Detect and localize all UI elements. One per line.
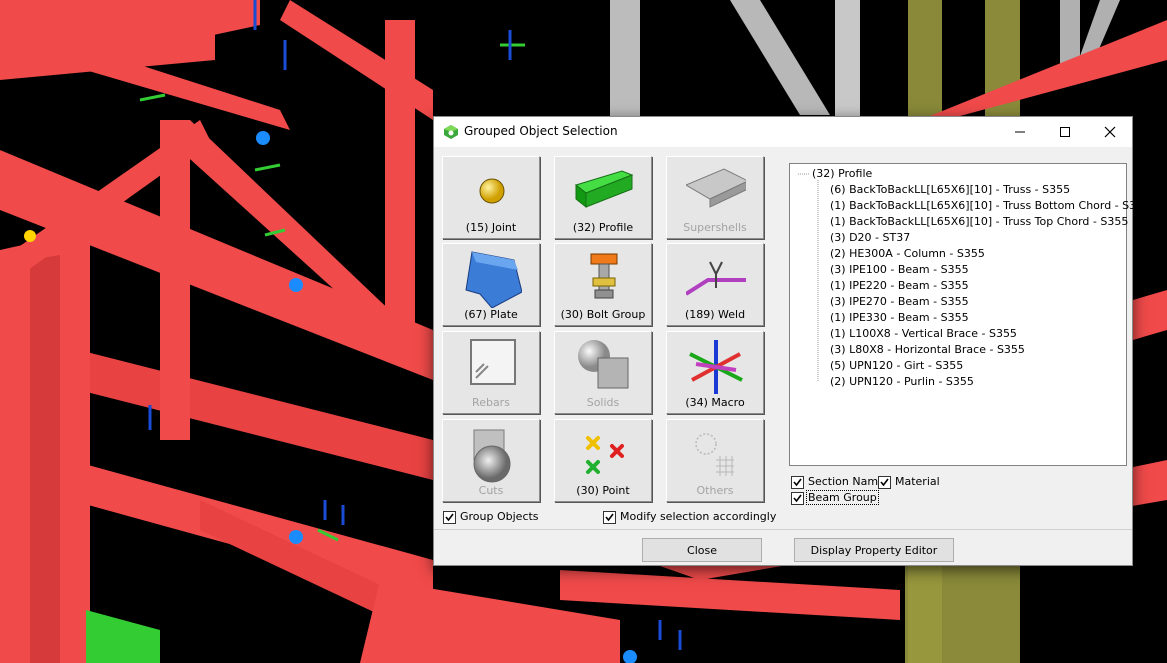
maximize-icon — [1060, 127, 1070, 137]
beam-group-label[interactable]: Beam Group — [806, 490, 879, 505]
point-button-label: (30) Point — [576, 484, 630, 497]
close-window-button[interactable] — [1087, 117, 1133, 147]
weld-button-label: (189) Weld — [684, 308, 746, 321]
rebars-button[interactable]: Rebars — [442, 331, 540, 414]
profile-button[interactable]: (32) Profile — [554, 156, 652, 239]
point-button[interactable]: (30) Point — [554, 419, 652, 502]
tree-item[interactable]: (1) L100X8 - Vertical Brace - S355 — [830, 327, 1017, 340]
cuts-button-label: Cuts — [478, 484, 504, 497]
bolt-group-icon — [590, 253, 618, 299]
profile-icon — [574, 170, 634, 209]
checkmark-icon — [880, 478, 889, 487]
plate-button-label: (67) Plate — [464, 308, 518, 321]
group-objects-checkbox[interactable] — [443, 511, 456, 524]
macro-button[interactable]: (34) Macro — [666, 331, 764, 414]
tree-item[interactable]: (5) UPN120 - Girt - S355 — [830, 359, 963, 372]
section-name-checkbox[interactable] — [791, 476, 804, 489]
maximize-button[interactable] — [1042, 117, 1088, 147]
tree-item[interactable]: (1) IPE220 - Beam - S355 — [830, 279, 969, 292]
close-icon — [1104, 126, 1116, 138]
supershells-button-label: Supershells — [683, 221, 747, 234]
tree-root-profile[interactable]: (32) Profile — [812, 167, 872, 180]
joint-icon — [479, 178, 505, 204]
tree-item[interactable]: (2) HE300A - Column - S355 — [830, 247, 985, 260]
macro-icon — [689, 340, 743, 394]
joint-button-label: (15) Joint — [465, 221, 517, 234]
beam-group-checkbox[interactable] — [791, 492, 804, 505]
close-button[interactable]: Close — [642, 538, 762, 562]
others-icon — [695, 433, 734, 476]
grouped-object-selection-dialog: Grouped Object Selection (15) Joint (32)… — [433, 116, 1150, 566]
tree-item[interactable]: (3) L80X8 - Horizontal Brace - S355 — [830, 343, 1025, 356]
bolt-group-button[interactable]: (30) Bolt Group — [554, 243, 652, 326]
checkmark-icon — [605, 513, 614, 522]
tree-item[interactable]: (6) BackToBackLL[L65X6][10] - Truss - S3… — [830, 183, 1070, 196]
tree-item[interactable]: (1) BackToBackLL[L65X6][10] - Truss Top … — [830, 215, 1128, 228]
supershells-button[interactable]: Supershells — [666, 156, 764, 239]
solids-icon — [578, 340, 629, 389]
tree-item[interactable]: (1) BackToBackLL[L65X6][10] - Truss Bott… — [830, 199, 1150, 212]
display-property-editor-button[interactable]: Display Property Editor — [794, 538, 954, 562]
plate-icon — [465, 251, 522, 308]
checkmark-icon — [445, 513, 454, 522]
group-objects-label[interactable]: Group Objects — [460, 510, 539, 523]
tree-item[interactable]: (1) IPE330 - Beam - S355 — [830, 311, 969, 324]
tree-item[interactable]: (3) IPE100 - Beam - S355 — [830, 263, 969, 276]
cuts-icon — [473, 429, 511, 483]
joint-button[interactable]: (15) Joint — [442, 156, 540, 239]
window-title: Grouped Object Selection — [464, 124, 618, 138]
plate-button[interactable]: (67) Plate — [442, 243, 540, 326]
section-name-label[interactable]: Section Name — [808, 475, 885, 488]
app-logo-icon — [444, 125, 458, 139]
solids-button[interactable]: Solids — [554, 331, 652, 414]
minimize-button[interactable] — [997, 117, 1043, 147]
solids-button-label: Solids — [586, 396, 620, 409]
weld-icon — [686, 261, 746, 296]
checkmark-icon — [793, 478, 802, 487]
others-button-label: Others — [696, 484, 734, 497]
modify-selection-checkbox[interactable] — [603, 511, 616, 524]
material-label[interactable]: Material — [895, 475, 940, 488]
tree-item[interactable]: (2) UPN120 - Purlin - S355 — [830, 375, 974, 388]
macro-button-label: (34) Macro — [685, 396, 745, 409]
checkmark-icon — [793, 494, 802, 503]
profile-button-label: (32) Profile — [572, 221, 634, 234]
supershells-icon — [686, 168, 746, 208]
bolt-group-button-label: (30) Bolt Group — [560, 308, 646, 321]
weld-button[interactable]: (189) Weld — [666, 243, 764, 326]
tree-item[interactable]: (3) IPE270 - Beam - S355 — [830, 295, 969, 308]
rebars-button-label: Rebars — [472, 396, 510, 409]
separator — [434, 529, 1132, 530]
title-bar[interactable]: Grouped Object Selection — [434, 117, 1132, 147]
profile-tree-view[interactable]: (32) Profile (6) BackToBackLL[L65X6][10]… — [789, 163, 1150, 466]
others-button[interactable]: Others — [666, 419, 764, 502]
minimize-icon — [1015, 131, 1025, 133]
cuts-button[interactable]: Cuts — [442, 419, 540, 502]
rebars-icon — [470, 339, 516, 385]
tree-item[interactable]: (3) D20 - ST37 — [830, 231, 910, 244]
material-checkbox[interactable] — [878, 476, 891, 489]
point-icon — [586, 436, 624, 474]
modify-selection-label[interactable]: Modify selection accordingly — [620, 510, 776, 523]
